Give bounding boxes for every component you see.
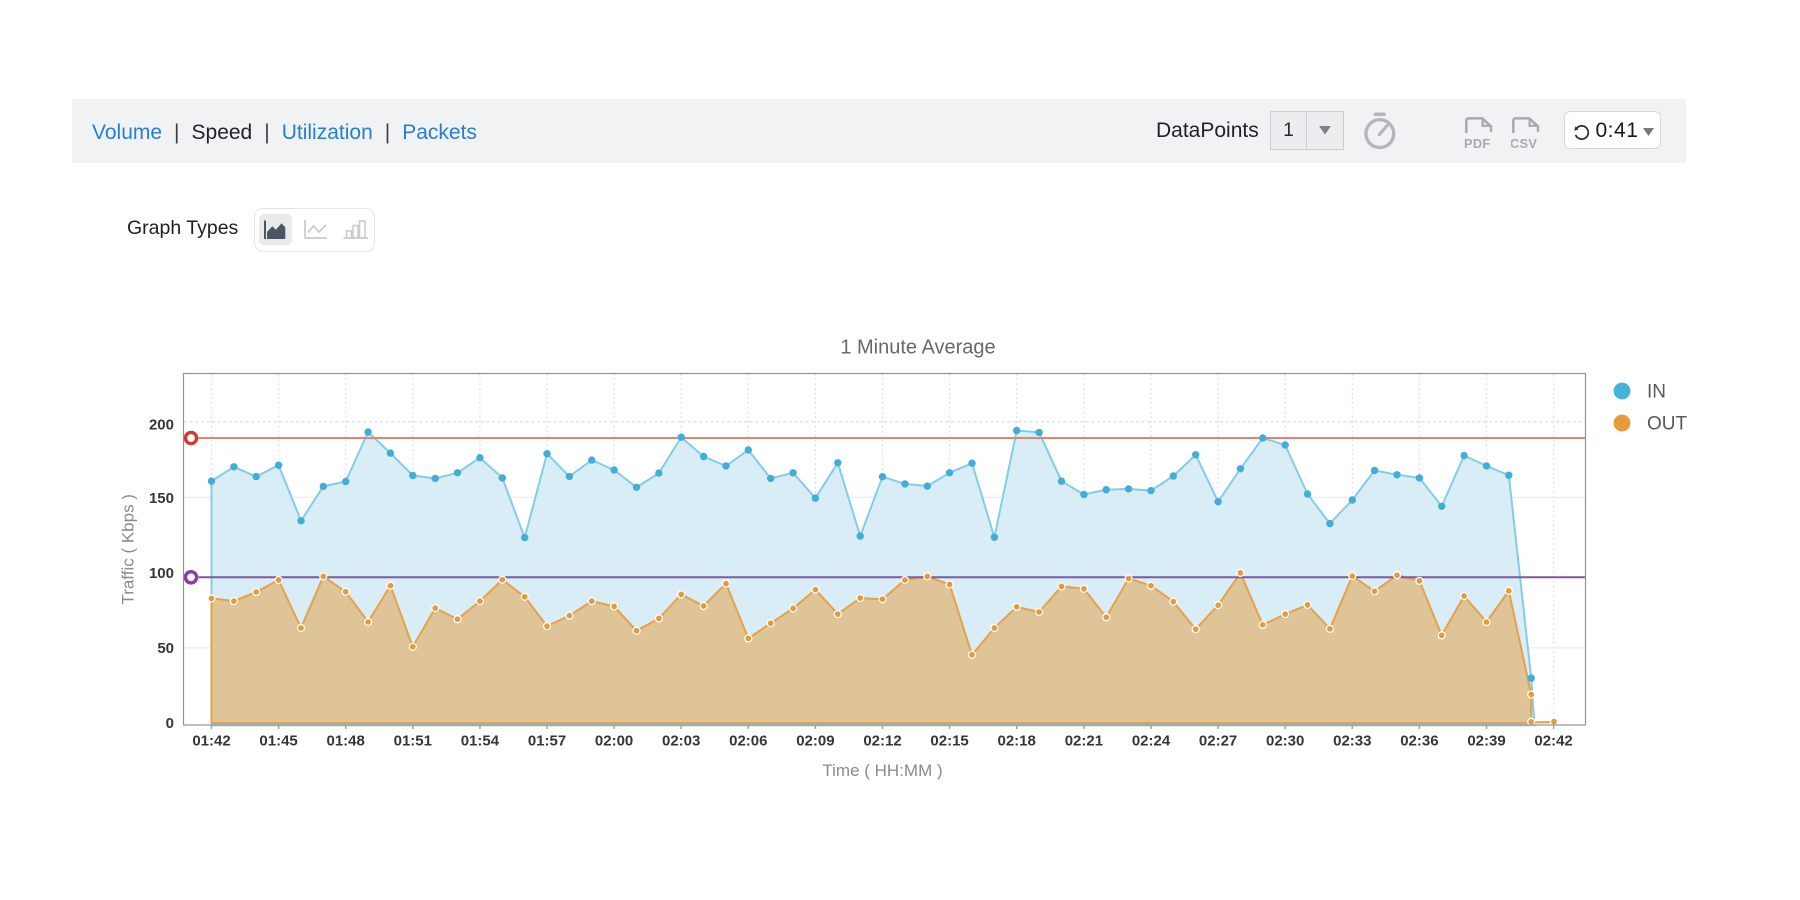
svg-text:100: 100 xyxy=(149,565,174,582)
svg-text:02:42: 02:42 xyxy=(1534,733,1572,750)
svg-text:01:54: 01:54 xyxy=(461,733,500,750)
svg-text:02:36: 02:36 xyxy=(1400,733,1438,750)
svg-text:01:48: 01:48 xyxy=(327,733,365,750)
svg-text:02:21: 02:21 xyxy=(1065,733,1103,750)
svg-text:01:42: 01:42 xyxy=(192,733,230,750)
svg-text:Traffic ( Kbps ): Traffic ( Kbps ) xyxy=(119,494,138,605)
svg-text:OUT: OUT xyxy=(1647,414,1688,435)
svg-text:Time ( HH:MM ): Time ( HH:MM ) xyxy=(822,761,942,780)
svg-text:02:12: 02:12 xyxy=(863,733,901,750)
svg-text:02:03: 02:03 xyxy=(662,733,700,750)
svg-text:1 Minute Average: 1 Minute Average xyxy=(840,337,995,359)
svg-text:01:51: 01:51 xyxy=(394,733,432,750)
svg-text:02:33: 02:33 xyxy=(1333,733,1371,750)
svg-text:02:30: 02:30 xyxy=(1266,733,1304,750)
svg-text:02:24: 02:24 xyxy=(1132,733,1171,750)
svg-text:02:09: 02:09 xyxy=(796,733,834,750)
svg-text:02:06: 02:06 xyxy=(729,733,767,750)
svg-text:01:45: 01:45 xyxy=(259,733,297,750)
svg-text:200: 200 xyxy=(149,416,174,433)
svg-text:02:15: 02:15 xyxy=(930,733,968,750)
svg-text:02:39: 02:39 xyxy=(1467,733,1505,750)
svg-text:0: 0 xyxy=(166,715,174,732)
svg-text:02:00: 02:00 xyxy=(595,733,633,750)
svg-text:50: 50 xyxy=(157,640,174,657)
svg-text:01:57: 01:57 xyxy=(528,733,566,750)
svg-text:02:18: 02:18 xyxy=(998,733,1036,750)
svg-text:150: 150 xyxy=(149,490,174,507)
svg-text:IN: IN xyxy=(1647,382,1666,403)
svg-text:02:27: 02:27 xyxy=(1199,733,1237,750)
